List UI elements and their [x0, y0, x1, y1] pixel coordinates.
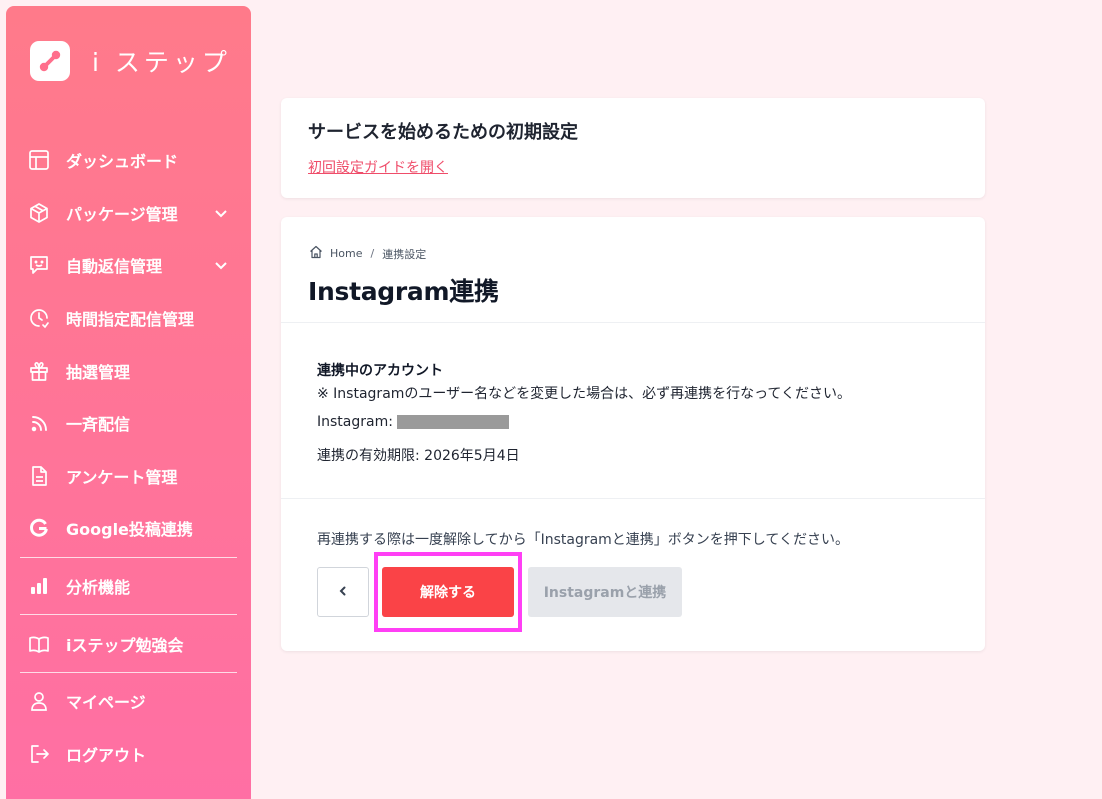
clock-icon: [26, 305, 52, 331]
bar-chart-icon: [26, 573, 52, 599]
setup-card: サービスを始めるための初期設定 初回設定ガイドを開く: [281, 98, 985, 198]
sidebar-item-label: ダッシュボード: [66, 152, 179, 172]
sidebar-item-google[interactable]: Google投稿連携: [6, 502, 251, 555]
linked-account-heading: 連携中のアカウント: [317, 363, 443, 379]
link-expiry: 連携の有効期限: 2026年5月4日: [317, 448, 520, 464]
breadcrumb-current: 連携設定: [382, 247, 427, 261]
redacted-username: [396, 415, 509, 429]
sidebar-item-label: iステップ勉強会: [66, 635, 184, 655]
sidebar-item-dashboard[interactable]: ダッシュボード: [6, 134, 251, 187]
sidebar-item-label: 時間指定配信管理: [66, 310, 195, 330]
sidebar-item-auto-reply[interactable]: 自動返信管理: [6, 239, 251, 292]
sidebar-divider: [20, 671, 237, 673]
link-chain-icon: [30, 41, 70, 81]
instagram-label: Instagram:: [317, 414, 393, 430]
sidebar-item-analytics[interactable]: 分析機能: [6, 560, 251, 613]
sidebar-item-survey[interactable]: アンケート管理: [6, 450, 251, 503]
chevron-down-icon[interactable]: [213, 257, 229, 273]
sidebar-item-logout[interactable]: ログアウト: [6, 728, 251, 781]
breadcrumb: Home / 連携設定: [309, 245, 426, 262]
sidebar-item-label: 分析機能: [66, 578, 131, 598]
sidebar-item-label: 一斉配信: [66, 415, 131, 435]
sidebar-item-label: ログアウト: [66, 745, 147, 765]
instagram-username-row: Instagram:: [317, 414, 509, 430]
sidebar-nav: ダッシュボード パッケージ管理 自動返信管理 時間指定配信管理 抽選管理 一斉配…: [6, 134, 251, 780]
linked-account-note: ※ Instagramのユーザー名などを変更した場合は、必ず再連携を行なってくだ…: [317, 386, 852, 402]
gift-icon: [26, 358, 52, 384]
instagram-link-button[interactable]: Instagramと連携: [528, 567, 682, 617]
divider: [281, 498, 985, 499]
release-button[interactable]: 解除する: [382, 567, 514, 617]
sidebar-divider: [20, 556, 237, 558]
sidebar: i ステップ ダッシュボード パッケージ管理 自動返信管理 時間指定配信管理 抽…: [6, 6, 251, 799]
setup-title: サービスを始めるための初期設定: [308, 122, 578, 143]
chevron-down-icon[interactable]: [213, 205, 229, 221]
breadcrumb-home[interactable]: Home: [330, 247, 362, 260]
home-icon[interactable]: [309, 245, 323, 262]
logout-icon: [26, 741, 52, 767]
back-button[interactable]: [317, 567, 369, 617]
sidebar-item-mypage[interactable]: マイページ: [6, 675, 251, 728]
page-title: Instagram連携: [308, 277, 499, 306]
sidebar-item-label: 自動返信管理: [66, 257, 163, 277]
layout-icon: [26, 147, 52, 173]
relink-note: 再連携する際は一度解除してから「Instagramと連携」ボタンを押下してくださ…: [317, 532, 849, 548]
rss-icon: [26, 410, 52, 436]
user-icon: [26, 688, 52, 714]
sidebar-item-lottery[interactable]: 抽選管理: [6, 344, 251, 397]
breadcrumb-separator: /: [370, 247, 375, 260]
sidebar-item-label: パッケージ管理: [66, 204, 178, 224]
divider: [281, 322, 985, 323]
sidebar-item-package[interactable]: パッケージ管理: [6, 187, 251, 240]
package-icon: [26, 200, 52, 226]
sidebar-item-label: アンケート管理: [66, 467, 178, 487]
book-icon: [26, 631, 52, 657]
sidebar-item-study[interactable]: iステップ勉強会: [6, 617, 251, 670]
sidebar-item-broadcast[interactable]: 一斉配信: [6, 397, 251, 450]
document-icon: [26, 463, 52, 489]
chat-reply-icon: [26, 252, 52, 278]
sidebar-item-label: Google投稿連携: [66, 520, 193, 540]
brand-name: i ステップ: [92, 48, 231, 77]
sidebar-item-label: マイページ: [66, 693, 146, 713]
chevron-left-icon: [337, 585, 349, 600]
sidebar-item-label: 抽選管理: [66, 362, 131, 382]
brand[interactable]: i ステップ: [30, 41, 231, 81]
sidebar-divider: [20, 614, 237, 616]
sidebar-item-scheduled[interactable]: 時間指定配信管理: [6, 292, 251, 345]
instagram-link-card: Home / 連携設定 Instagram連携 連携中のアカウント ※ Inst…: [281, 217, 985, 651]
app-root: i ステップ ダッシュボード パッケージ管理 自動返信管理 時間指定配信管理 抽…: [0, 0, 1102, 799]
google-icon: [26, 515, 52, 541]
setup-guide-link[interactable]: 初回設定ガイドを開く: [308, 157, 448, 177]
